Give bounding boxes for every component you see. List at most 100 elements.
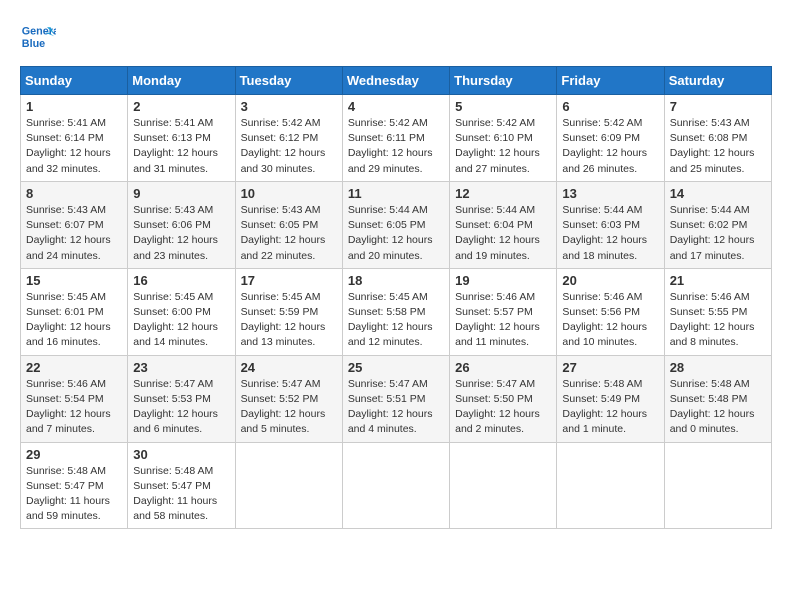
calendar-cell: 16 Sunrise: 5:45 AMSunset: 6:00 PMDayligh… — [128, 268, 235, 355]
day-number: 11 — [348, 186, 444, 201]
day-info: Sunrise: 5:46 AMSunset: 5:55 PMDaylight:… — [670, 290, 766, 351]
day-number: 15 — [26, 273, 122, 288]
day-info: Sunrise: 5:45 AMSunset: 6:00 PMDaylight:… — [133, 290, 229, 351]
weekday-header-sunday: Sunday — [21, 67, 128, 95]
calendar-table: SundayMondayTuesdayWednesdayThursdayFrid… — [20, 66, 772, 529]
day-info: Sunrise: 5:46 AMSunset: 5:56 PMDaylight:… — [562, 290, 658, 351]
weekday-header-saturday: Saturday — [664, 67, 771, 95]
day-number: 9 — [133, 186, 229, 201]
day-number: 18 — [348, 273, 444, 288]
day-info: Sunrise: 5:46 AMSunset: 5:57 PMDaylight:… — [455, 290, 551, 351]
calendar-cell: 9 Sunrise: 5:43 AMSunset: 6:06 PMDaylight… — [128, 181, 235, 268]
calendar-cell: 13 Sunrise: 5:44 AMSunset: 6:03 PMDayligh… — [557, 181, 664, 268]
day-number: 16 — [133, 273, 229, 288]
weekday-header-wednesday: Wednesday — [342, 67, 449, 95]
day-info: Sunrise: 5:48 AMSunset: 5:47 PMDaylight:… — [133, 464, 229, 525]
weekday-header-thursday: Thursday — [450, 67, 557, 95]
calendar-cell — [557, 442, 664, 529]
calendar-cell: 24Sunrise: 5:47 AMSunset: 5:52 PMDayligh… — [235, 355, 342, 442]
calendar-cell: 29 Sunrise: 5:48 AMSunset: 5:47 PMDayligh… — [21, 442, 128, 529]
calendar-cell — [664, 442, 771, 529]
day-info: Sunrise: 5:47 AMSunset: 5:51 PMDaylight:… — [348, 377, 444, 438]
calendar-cell: 28 Sunrise: 5:48 AMSunset: 5:48 PMDayligh… — [664, 355, 771, 442]
weekday-header-friday: Friday — [557, 67, 664, 95]
calendar-cell: 10 Sunrise: 5:43 AMSunset: 6:05 PMDayligh… — [235, 181, 342, 268]
day-number: 29 — [26, 447, 122, 462]
calendar-cell: 22Sunrise: 5:46 AMSunset: 5:54 PMDayligh… — [21, 355, 128, 442]
calendar-cell: 3Sunrise: 5:42 AMSunset: 6:12 PMDaylight… — [235, 95, 342, 182]
calendar-cell: 6 Sunrise: 5:42 AMSunset: 6:09 PMDaylight… — [557, 95, 664, 182]
day-number: 26 — [455, 360, 551, 375]
day-number: 8 — [26, 186, 122, 201]
calendar-cell: 12 Sunrise: 5:44 AMSunset: 6:04 PMDayligh… — [450, 181, 557, 268]
day-info: Sunrise: 5:48 AMSunset: 5:49 PMDaylight:… — [562, 377, 658, 438]
day-info: Sunrise: 5:44 AMSunset: 6:02 PMDaylight:… — [670, 203, 766, 264]
calendar-cell: 18 Sunrise: 5:45 AMSunset: 5:58 PMDayligh… — [342, 268, 449, 355]
day-number: 25 — [348, 360, 444, 375]
day-info: Sunrise: 5:44 AMSunset: 6:05 PMDaylight:… — [348, 203, 444, 264]
day-info: Sunrise: 5:45 AMSunset: 5:58 PMDaylight:… — [348, 290, 444, 351]
day-number: 19 — [455, 273, 551, 288]
day-info: Sunrise: 5:47 AMSunset: 5:50 PMDaylight:… — [455, 377, 551, 438]
day-number: 21 — [670, 273, 766, 288]
calendar-cell: 21 Sunrise: 5:46 AMSunset: 5:55 PMDayligh… — [664, 268, 771, 355]
calendar-cell: 20 Sunrise: 5:46 AMSunset: 5:56 PMDayligh… — [557, 268, 664, 355]
day-info: Sunrise: 5:46 AMSunset: 5:54 PMDaylight:… — [26, 377, 122, 438]
day-info: Sunrise: 5:47 AMSunset: 5:53 PMDaylight:… — [133, 377, 229, 438]
day-info: Sunrise: 5:42 AMSunset: 6:10 PMDaylight:… — [455, 116, 551, 177]
day-info: Sunrise: 5:48 AMSunset: 5:47 PMDaylight:… — [26, 464, 122, 525]
weekday-header-monday: Monday — [128, 67, 235, 95]
calendar-cell: 4 Sunrise: 5:42 AMSunset: 6:11 PMDaylight… — [342, 95, 449, 182]
day-number: 17 — [241, 273, 337, 288]
calendar-cell: 7 Sunrise: 5:43 AMSunset: 6:08 PMDaylight… — [664, 95, 771, 182]
day-number: 2 — [133, 99, 229, 114]
calendar-cell: 26 Sunrise: 5:47 AMSunset: 5:50 PMDayligh… — [450, 355, 557, 442]
day-info: Sunrise: 5:45 AMSunset: 5:59 PMDaylight:… — [241, 290, 337, 351]
calendar-cell: 25 Sunrise: 5:47 AMSunset: 5:51 PMDayligh… — [342, 355, 449, 442]
day-number: 23 — [133, 360, 229, 375]
day-info: Sunrise: 5:43 AMSunset: 6:08 PMDaylight:… — [670, 116, 766, 177]
calendar-cell: 27 Sunrise: 5:48 AMSunset: 5:49 PMDayligh… — [557, 355, 664, 442]
calendar-cell — [342, 442, 449, 529]
svg-text:General: General — [22, 25, 56, 37]
calendar-cell: 23 Sunrise: 5:47 AMSunset: 5:53 PMDayligh… — [128, 355, 235, 442]
day-number: 13 — [562, 186, 658, 201]
day-info: Sunrise: 5:48 AMSunset: 5:48 PMDaylight:… — [670, 377, 766, 438]
logo: General Blue — [20, 20, 60, 56]
day-info: Sunrise: 5:43 AMSunset: 6:07 PMDaylight:… — [26, 203, 122, 264]
calendar-cell — [450, 442, 557, 529]
calendar-cell: 17 Sunrise: 5:45 AMSunset: 5:59 PMDayligh… — [235, 268, 342, 355]
day-info: Sunrise: 5:44 AMSunset: 6:03 PMDaylight:… — [562, 203, 658, 264]
day-number: 20 — [562, 273, 658, 288]
day-number: 7 — [670, 99, 766, 114]
day-number: 28 — [670, 360, 766, 375]
calendar-cell: 15Sunrise: 5:45 AMSunset: 6:01 PMDayligh… — [21, 268, 128, 355]
calendar-cell: 14 Sunrise: 5:44 AMSunset: 6:02 PMDayligh… — [664, 181, 771, 268]
calendar-cell: 5Sunrise: 5:42 AMSunset: 6:10 PMDaylight… — [450, 95, 557, 182]
calendar-cell: 2 Sunrise: 5:41 AMSunset: 6:13 PMDaylight… — [128, 95, 235, 182]
calendar-cell: 11 Sunrise: 5:44 AMSunset: 6:05 PMDayligh… — [342, 181, 449, 268]
day-number: 4 — [348, 99, 444, 114]
day-info: Sunrise: 5:41 AMSunset: 6:13 PMDaylight:… — [133, 116, 229, 177]
calendar-cell: 19 Sunrise: 5:46 AMSunset: 5:57 PMDayligh… — [450, 268, 557, 355]
day-info: Sunrise: 5:43 AMSunset: 6:06 PMDaylight:… — [133, 203, 229, 264]
calendar-cell: 8 Sunrise: 5:43 AMSunset: 6:07 PMDaylight… — [21, 181, 128, 268]
day-info: Sunrise: 5:41 AMSunset: 6:14 PMDaylight:… — [26, 116, 122, 177]
day-info: Sunrise: 5:42 AMSunset: 6:11 PMDaylight:… — [348, 116, 444, 177]
day-number: 27 — [562, 360, 658, 375]
calendar-cell: 30Sunrise: 5:48 AMSunset: 5:47 PMDayligh… — [128, 442, 235, 529]
calendar-cell: 1Sunrise: 5:41 AMSunset: 6:14 PMDaylight… — [21, 95, 128, 182]
day-number: 6 — [562, 99, 658, 114]
svg-text:Blue: Blue — [22, 38, 45, 50]
day-number: 10 — [241, 186, 337, 201]
page-header: General Blue — [20, 20, 772, 56]
day-info: Sunrise: 5:43 AMSunset: 6:05 PMDaylight:… — [241, 203, 337, 264]
weekday-header-tuesday: Tuesday — [235, 67, 342, 95]
day-info: Sunrise: 5:42 AMSunset: 6:09 PMDaylight:… — [562, 116, 658, 177]
day-info: Sunrise: 5:44 AMSunset: 6:04 PMDaylight:… — [455, 203, 551, 264]
calendar-cell — [235, 442, 342, 529]
day-number: 12 — [455, 186, 551, 201]
day-number: 14 — [670, 186, 766, 201]
day-info: Sunrise: 5:47 AMSunset: 5:52 PMDaylight:… — [241, 377, 337, 438]
day-info: Sunrise: 5:42 AMSunset: 6:12 PMDaylight:… — [241, 116, 337, 177]
